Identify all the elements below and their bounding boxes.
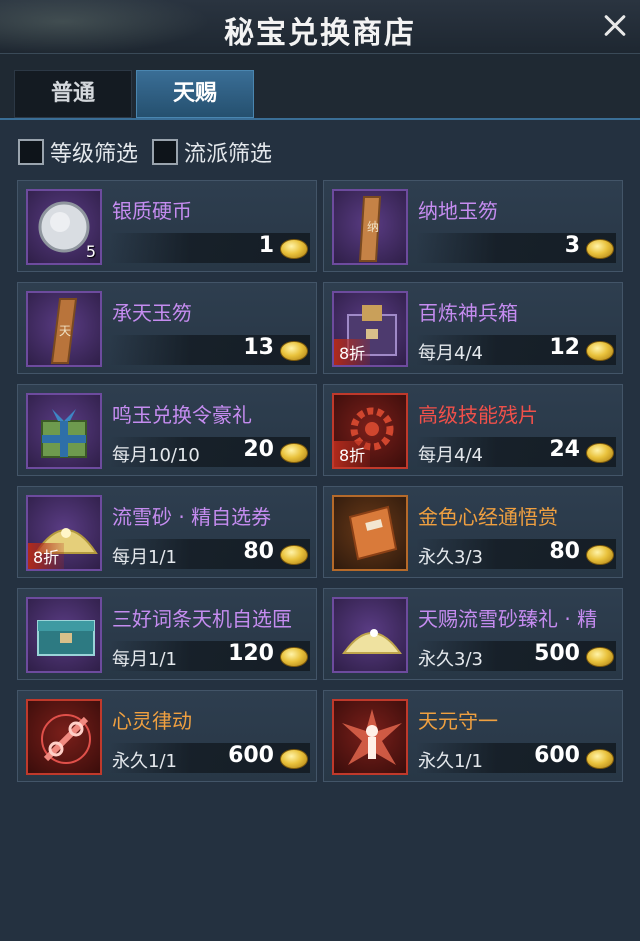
item-name: 天元守一 <box>418 709 498 733</box>
shop-item-card[interactable]: 金色心经通悟赏 永久3/3 80 <box>323 486 623 578</box>
radiant-figure-icon <box>332 699 408 775</box>
gold-ingot-icon <box>280 749 308 769</box>
window-title: 秘宝兑换商店 <box>224 16 416 51</box>
close-icon[interactable] <box>598 8 632 42</box>
discount-badge: 8折 <box>334 441 371 467</box>
shop-item-card[interactable]: 5 银质硬币 1 <box>17 180 317 272</box>
svg-text:纳: 纳 <box>367 220 379 234</box>
item-grid: 5 银质硬币 1 纳 纳地玉笏 3 天 承天玉笏 13 8折 百炼神兵箱 每月4… <box>17 180 625 782</box>
chain-emblem-icon <box>26 699 102 775</box>
jade-tablet-icon: 纳 <box>332 189 408 265</box>
item-price: 120 <box>228 641 274 666</box>
treasure-casket-icon <box>26 597 102 673</box>
item-name: 流雪砂 · 精自选券 <box>112 505 272 529</box>
gold-ingot-icon <box>586 341 614 361</box>
item-price: 13 <box>243 335 274 360</box>
shop-item-card[interactable]: 三好词条天机自选匣 每月1/1 120 <box>17 588 317 680</box>
item-count: 5 <box>85 242 96 261</box>
shop-item-card[interactable]: 心灵律动 永久1/1 600 <box>17 690 317 782</box>
filter-bar: 等级筛选 流派筛选 <box>18 136 286 168</box>
gold-ingot-icon <box>586 749 614 769</box>
shop-item-card[interactable]: 天元守一 永久1/1 600 <box>323 690 623 782</box>
level-filter[interactable]: 等级筛选 <box>18 136 138 168</box>
shop-item-card[interactable]: 8折 流雪砂 · 精自选券 每月1/1 80 <box>17 486 317 578</box>
item-name: 三好词条天机自选匣 <box>112 607 292 631</box>
item-price: 600 <box>534 743 580 768</box>
tab-tianci[interactable]: 天赐 <box>136 70 254 118</box>
svg-text:天: 天 <box>59 324 71 338</box>
item-name: 金色心经通悟赏 <box>418 505 558 529</box>
gold-ingot-icon <box>280 341 308 361</box>
discount-badge: 8折 <box>28 543 65 569</box>
item-price: 12 <box>549 335 580 360</box>
item-name: 鸣玉兑换令豪礼 <box>112 403 252 427</box>
shop-item-card[interactable]: 天 承天玉笏 13 <box>17 282 317 374</box>
scroll-book-icon <box>332 495 408 571</box>
item-price: 1 <box>258 233 274 258</box>
school-filter-checkbox[interactable] <box>152 139 179 165</box>
gear-fragment-icon: 8折 <box>332 393 408 469</box>
item-name: 纳地玉笏 <box>418 199 498 223</box>
shop-item-card[interactable]: 8折 高级技能残片 每月4/4 24 <box>323 384 623 476</box>
silver-coin-icon: 5 <box>26 189 102 265</box>
purchase-limit: 永久3/3 <box>418 649 483 670</box>
gold-ingot-icon <box>280 443 308 463</box>
gold-ingot-icon <box>586 239 614 259</box>
shop-item-card[interactable]: 鸣玉兑换令豪礼 每月10/10 20 <box>17 384 317 476</box>
gold-ingot-icon <box>586 443 614 463</box>
item-name: 银质硬币 <box>112 199 192 223</box>
item-price: 20 <box>243 437 274 462</box>
purchase-limit: 永久1/1 <box>418 751 483 772</box>
item-price: 80 <box>549 539 580 564</box>
item-price: 3 <box>564 233 580 258</box>
gold-ingot-icon <box>280 545 308 565</box>
item-price: 600 <box>228 743 274 768</box>
item-name: 高级技能残片 <box>418 403 538 427</box>
title-bar: 秘宝兑换商店 <box>0 0 640 54</box>
gold-ingot-icon <box>280 239 308 259</box>
gold-ingot-icon <box>586 545 614 565</box>
item-price: 80 <box>243 539 274 564</box>
item-name: 天赐流雪砂臻礼 · 精 <box>418 607 598 631</box>
gold-ingot-icon <box>280 647 308 667</box>
shop-item-card[interactable]: 天赐流雪砂臻礼 · 精 永久3/3 500 <box>323 588 623 680</box>
level-filter-checkbox[interactable] <box>18 139 44 165</box>
gold-sand-icon <box>332 597 408 673</box>
shop-panel: 普通 天赐 等级筛选 流派筛选 5 银质硬币 1 纳 纳地玉笏 3 天 承天玉笏… <box>0 54 640 941</box>
purchase-limit: 每月1/1 <box>112 649 177 670</box>
shop-item-card[interactable]: 纳 纳地玉笏 3 <box>323 180 623 272</box>
purchase-limit: 每月1/1 <box>112 547 177 568</box>
tab-bar: 普通 天赐 <box>14 70 258 118</box>
purchase-limit: 每月4/4 <box>418 343 483 364</box>
gift-box-icon <box>26 393 102 469</box>
item-name: 百炼神兵箱 <box>418 301 518 325</box>
tab-normal[interactable]: 普通 <box>14 70 132 118</box>
purchase-limit: 永久3/3 <box>418 547 483 568</box>
item-price: 500 <box>534 641 580 666</box>
level-filter-label: 等级筛选 <box>50 142 139 167</box>
purchase-limit: 永久1/1 <box>112 751 177 772</box>
shop-item-card[interactable]: 8折 百炼神兵箱 每月4/4 12 <box>323 282 623 374</box>
school-filter[interactable]: 流派筛选 <box>152 136 272 168</box>
gold-sand-icon: 8折 <box>26 495 102 571</box>
gold-ingot-icon <box>586 647 614 667</box>
tab-content: 等级筛选 流派筛选 5 银质硬币 1 纳 纳地玉笏 3 天 承天玉笏 13 8折… <box>0 118 640 941</box>
jade-tablet-icon: 天 <box>26 291 102 367</box>
item-name: 心灵律动 <box>112 709 192 733</box>
weapon-chest-icon: 8折 <box>332 291 408 367</box>
school-filter-label: 流派筛选 <box>184 142 273 167</box>
purchase-limit: 每月10/10 <box>112 445 200 466</box>
item-name: 承天玉笏 <box>112 301 192 325</box>
purchase-limit: 每月4/4 <box>418 445 483 466</box>
item-price: 24 <box>549 437 580 462</box>
discount-badge: 8折 <box>334 339 371 365</box>
